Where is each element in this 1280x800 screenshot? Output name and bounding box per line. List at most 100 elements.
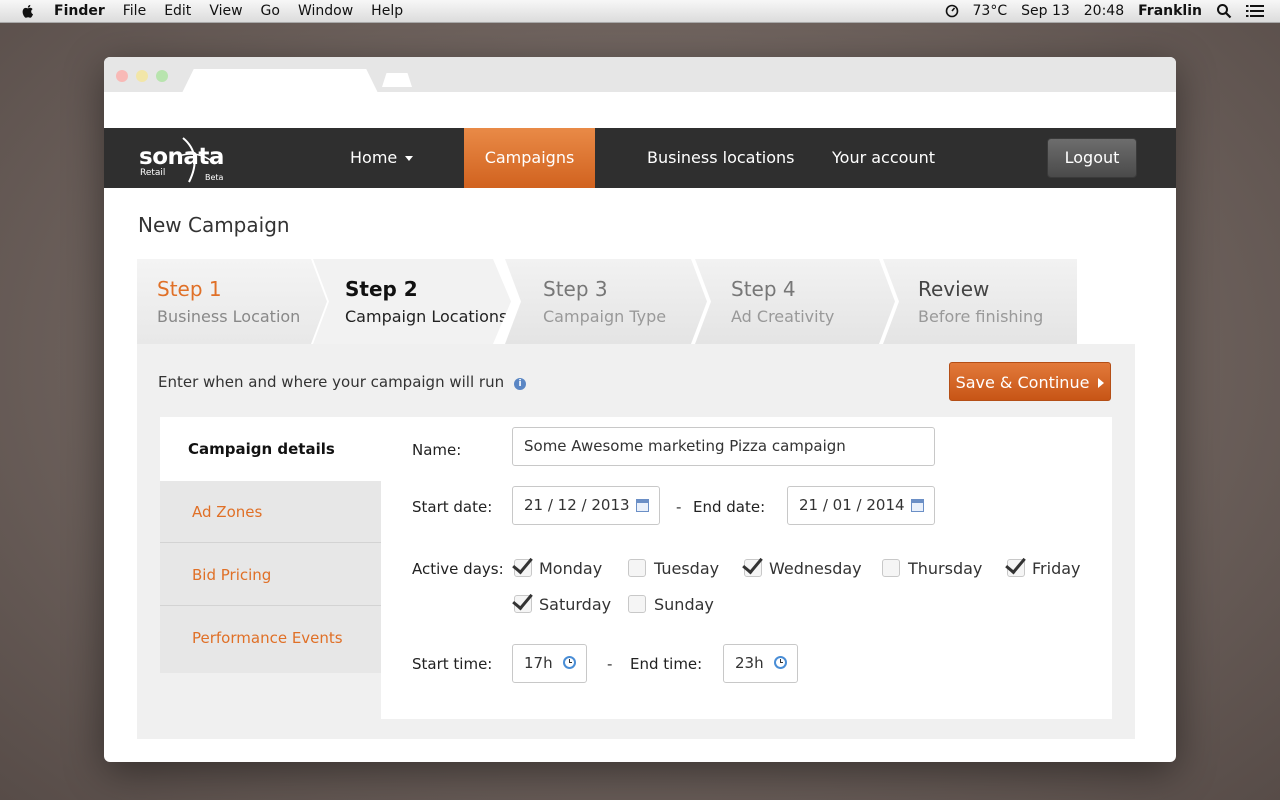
spotlight-search-icon[interactable] xyxy=(1216,3,1232,19)
sidebar-item-ad-zones[interactable]: Ad Zones xyxy=(160,481,381,543)
sidebar: Campaign details Ad Zones Bid Pricing Pe… xyxy=(160,417,381,673)
sidebar-item-bid-pricing[interactable]: Bid Pricing xyxy=(160,544,381,606)
end-time-input[interactable]: 23h xyxy=(723,644,798,683)
menubar-user[interactable]: Franklin xyxy=(1138,3,1202,19)
checkbox-saturday[interactable] xyxy=(512,588,533,613)
checkbox-tuesday[interactable] xyxy=(628,559,646,577)
menu-go[interactable]: Go xyxy=(261,3,280,19)
menubar-date[interactable]: Sep 13 xyxy=(1021,3,1070,19)
campaign-details-form: Name: Some Awesome marketing Pizza campa… xyxy=(381,417,1112,719)
checkmark-icon xyxy=(512,588,533,611)
step-3-label: Campaign Type xyxy=(543,307,667,326)
step-2-active[interactable]: Step 2 Campaign Locations xyxy=(313,259,511,344)
intro-text: Enter when and where your campaign will … xyxy=(158,373,527,391)
nav-business-locations[interactable]: Business locations xyxy=(647,128,794,188)
zoom-window-button[interactable] xyxy=(156,70,168,82)
step-2-label: Campaign Locations xyxy=(345,307,508,326)
start-date-input[interactable]: 21 / 12 / 2013 xyxy=(512,486,660,525)
clock-icon[interactable] xyxy=(774,656,787,669)
close-window-button[interactable] xyxy=(116,70,128,82)
nav-campaigns[interactable]: Campaigns xyxy=(464,128,595,188)
browser-titlebar xyxy=(104,57,1176,93)
sidebar-item-performance-events[interactable]: Performance Events xyxy=(160,607,381,669)
step-wizard: Step 1 Business Location Step 3 Campaign… xyxy=(137,259,1077,344)
checkmark-icon xyxy=(742,552,763,575)
clock-icon[interactable] xyxy=(563,656,576,669)
step-1-number: Step 1 xyxy=(157,277,222,301)
end-date-input[interactable]: 21 / 01 / 2014 xyxy=(787,486,935,525)
temperature-readout[interactable]: 73°C xyxy=(973,3,1008,19)
end-date-label: End date: xyxy=(693,498,766,516)
start-time-input[interactable]: 17h xyxy=(512,644,587,683)
active-days-label: Active days: xyxy=(412,560,504,578)
step-4-label: Ad Creativity xyxy=(731,307,835,326)
day-label-saturday[interactable]: Saturday xyxy=(539,595,611,614)
content-panel: Enter when and where your campaign will … xyxy=(137,344,1135,739)
step-4[interactable]: Step 4 Ad Creativity xyxy=(695,259,895,344)
step-review[interactable]: Review Before finishing xyxy=(883,259,1077,344)
name-label: Name: xyxy=(412,441,462,459)
name-input[interactable]: Some Awesome marketing Pizza campaign xyxy=(512,427,935,466)
step-1[interactable]: Step 1 Business Location xyxy=(137,259,327,344)
menu-view[interactable]: View xyxy=(209,3,242,19)
chevron-down-icon xyxy=(405,156,414,161)
day-label-sunday[interactable]: Sunday xyxy=(654,595,714,614)
start-time-label: Start time: xyxy=(412,655,493,673)
checkbox-monday[interactable] xyxy=(512,552,533,577)
sidebar-item-campaign-details[interactable]: Campaign details xyxy=(160,417,381,481)
checkbox-friday[interactable] xyxy=(1005,552,1026,577)
step-3-number: Step 3 xyxy=(543,277,608,301)
logo-sub-text: Retail xyxy=(140,168,166,178)
day-label-wednesday[interactable]: Wednesday xyxy=(769,559,862,578)
info-icon[interactable]: i xyxy=(514,378,527,390)
browser-toolbar xyxy=(104,92,1176,128)
calendar-icon[interactable] xyxy=(911,499,924,512)
start-time-value: 17h xyxy=(524,654,553,672)
menu-bar: Finder File Edit View Go Window Help 73°… xyxy=(0,0,1280,23)
day-label-tuesday[interactable]: Tuesday xyxy=(654,559,719,578)
save-continue-button[interactable]: Save & Continue xyxy=(949,362,1111,401)
intro-label: Enter when and where your campaign will … xyxy=(158,373,505,391)
notification-list-icon[interactable] xyxy=(1246,4,1264,18)
page-title: New Campaign xyxy=(138,213,290,237)
step-review-title: Review xyxy=(918,277,990,301)
checkbox-sunday[interactable] xyxy=(628,595,646,613)
step-1-label: Business Location xyxy=(157,307,301,326)
day-label-monday[interactable]: Monday xyxy=(539,559,602,578)
day-label-thursday[interactable]: Thursday xyxy=(908,559,982,578)
nav-your-account[interactable]: Your account xyxy=(832,128,935,188)
checkbox-wednesday[interactable] xyxy=(742,552,763,577)
gauge-icon[interactable] xyxy=(945,4,959,18)
save-continue-label: Save & Continue xyxy=(955,373,1090,392)
apple-icon[interactable] xyxy=(20,3,36,19)
browser-tab[interactable] xyxy=(182,69,378,93)
sonata-logo[interactable]: sonata Retail Beta xyxy=(139,136,229,184)
calendar-icon[interactable] xyxy=(636,499,649,512)
day-label-friday[interactable]: Friday xyxy=(1032,559,1081,578)
logo-swoosh-icon xyxy=(178,137,214,183)
end-time-value: 23h xyxy=(735,654,764,672)
nav-home-label: Home xyxy=(350,148,398,167)
menu-window[interactable]: Window xyxy=(298,3,353,19)
step-4-number: Step 4 xyxy=(731,277,796,301)
end-time-label: End time: xyxy=(630,655,703,673)
step-2-number: Step 2 xyxy=(345,277,418,301)
new-tab-button[interactable] xyxy=(382,73,412,87)
date-separator: - xyxy=(676,498,682,516)
site-navbar: sonata Retail Beta Home Campaigns Busine… xyxy=(104,128,1176,188)
checkmark-icon xyxy=(512,552,533,575)
menubar-time[interactable]: 20:48 xyxy=(1084,3,1124,19)
start-date-label: Start date: xyxy=(412,498,493,516)
end-date-value: 21 / 01 / 2014 xyxy=(799,496,905,514)
menu-file[interactable]: File xyxy=(123,3,146,19)
checkbox-thursday[interactable] xyxy=(882,559,900,577)
minimize-window-button[interactable] xyxy=(136,70,148,82)
checkmark-icon xyxy=(1005,552,1026,575)
menu-finder[interactable]: Finder xyxy=(54,3,105,19)
logout-button[interactable]: Logout xyxy=(1047,138,1137,178)
menu-help[interactable]: Help xyxy=(371,3,403,19)
nav-home[interactable]: Home xyxy=(350,128,414,188)
step-3[interactable]: Step 3 Campaign Type xyxy=(505,259,707,344)
menu-edit[interactable]: Edit xyxy=(164,3,191,19)
start-date-value: 21 / 12 / 2013 xyxy=(524,496,630,514)
